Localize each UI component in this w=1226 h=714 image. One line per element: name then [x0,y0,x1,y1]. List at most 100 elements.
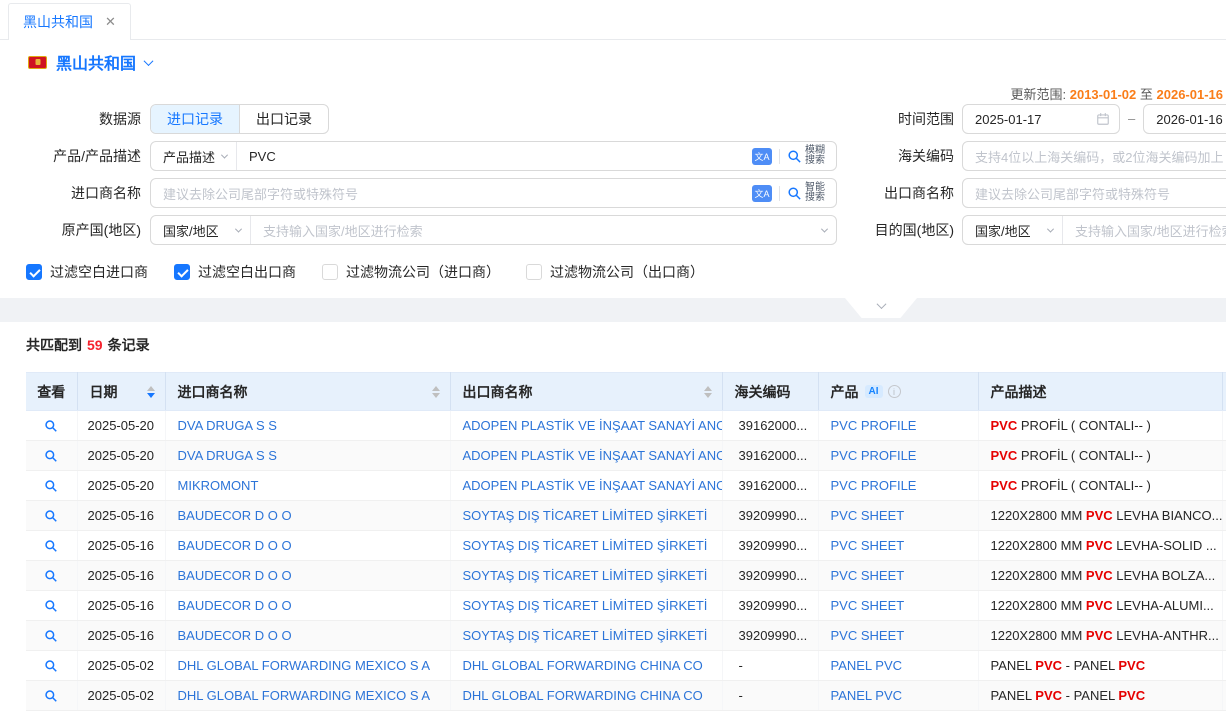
column-header-exporter[interactable]: 出口商名称 [450,373,722,411]
product-link[interactable]: PVC SHEET [831,538,905,553]
product-link[interactable]: PVC SHEET [831,508,905,523]
description-cell: PANEL PVC - PANEL PVC [978,651,1222,681]
view-record-button[interactable] [26,441,77,471]
origin-type-select[interactable]: 国家/地区 [151,216,251,244]
sort-icons[interactable] [432,386,440,398]
column-header-date[interactable]: 日期 [77,373,165,411]
importer-link[interactable]: MIKROMONT [178,478,259,493]
destination-input-group: 国家/地区 支持输入国家/地区进行检索 [962,215,1226,245]
destination-type-select[interactable]: 国家/地区 [963,216,1063,244]
importer-link[interactable]: DVA DRUGA S S [178,448,277,463]
hs-code-label: 海关编码 [822,141,954,171]
date-cell: 2025-05-16 [77,591,165,621]
magnifier-icon [787,186,802,201]
product-link[interactable]: PVC PROFILE [831,448,917,463]
importer-input[interactable]: 建议去除公司尾部字符或特殊符号 [151,184,752,203]
table-row: 2025-05-16 BAUDECOR D O O SOYTAŞ DIŞ TİC… [26,561,1226,591]
summary-suffix: 条记录 [108,337,150,353]
translate-icon[interactable]: 文A [752,148,772,165]
importer-link[interactable]: BAUDECOR D O O [178,508,292,523]
info-icon[interactable] [888,385,901,398]
product-link[interactable]: PANEL PVC [831,688,903,703]
checkbox-filter-blank-importer[interactable]: 过滤空白进口商 [26,262,148,282]
checkbox-filter-blank-exporter[interactable]: 过滤空白出口商 [174,262,296,282]
exporter-link[interactable]: ADOPEN PLASTİK VE İNŞAAT SANAYİ ANO... [463,448,723,463]
importer-link[interactable]: DHL GLOBAL FORWARDING MEXICO S A [178,688,431,703]
product-link[interactable]: PVC SHEET [831,568,905,583]
sort-icons[interactable] [704,386,712,398]
exporter-link[interactable]: DHL GLOBAL FORWARDING CHINA CO [463,688,703,703]
date-cell: 2025-05-02 [77,651,165,681]
sort-icons[interactable] [147,386,155,398]
tab-montenegro[interactable]: 黑山共和国 ✕ [8,3,131,40]
chevron-down-icon [144,56,154,66]
description-cell: PVC PROFİL ( CONTALI-- ) [978,471,1222,501]
product-link[interactable]: PVC PROFILE [831,418,917,433]
collapse-filters-button[interactable] [845,298,917,318]
country-selector[interactable]: 黑山共和国 [28,50,152,74]
view-record-button[interactable] [26,561,77,591]
date-cell: 2025-05-02 [77,681,165,711]
magnifier-icon [44,449,58,463]
results-count: 59 [87,337,103,353]
date-cell: 2025-05-20 [77,441,165,471]
view-record-button[interactable] [26,471,77,501]
view-record-button[interactable] [26,621,77,651]
checkbox-filter-logistics-exporter[interactable]: 过滤物流公司（出口商） [526,262,704,282]
destination-type-value: 国家/地区 [975,221,1031,240]
exporter-link[interactable]: ADOPEN PLASTİK VE İNŞAAT SANAYİ ANO... [463,478,723,493]
column-header-description: 产品描述 [978,373,1222,411]
exporter-link[interactable]: SOYTAŞ DIŞ TİCARET LİMİTED ŞİRKETİ [463,568,708,583]
view-record-button[interactable] [26,411,77,441]
product-type-select[interactable]: 产品描述 [151,142,237,170]
importer-link[interactable]: DVA DRUGA S S [178,418,277,433]
time-range-end-input[interactable]: 2026-01-16 [1143,104,1226,134]
fuzzy-search-button[interactable]: 模糊搜索 [787,146,827,166]
view-record-button[interactable] [26,681,77,711]
importer-link[interactable]: BAUDECOR D O O [178,598,292,613]
close-icon[interactable]: ✕ [105,14,116,30]
exporter-link[interactable]: DHL GLOBAL FORWARDING CHINA CO [463,658,703,673]
product-link[interactable]: PVC SHEET [831,628,905,643]
exporter-link[interactable]: SOYTAŞ DIŞ TİCARET LİMİTED ŞİRKETİ [463,508,708,523]
filler-cell [1222,651,1226,681]
product-link[interactable]: PVC SHEET [831,598,905,613]
view-record-button[interactable] [26,651,77,681]
product-search-input[interactable]: PVC [237,149,752,164]
smart-search-button[interactable]: 智能搜索 [787,183,827,203]
calendar-icon [1096,112,1110,126]
tab-export-records[interactable]: 出口记录 [239,105,328,133]
table-header-row: 查看 日期 进口商名称 出口商名称 海关编码 [26,373,1226,411]
product-link[interactable]: PVC PROFILE [831,478,917,493]
tab-import-records[interactable]: 进口记录 [151,105,239,133]
hs-code-cell: 39209990... [722,591,818,621]
exporter-link[interactable]: SOYTAŞ DIŞ TİCARET LİMİTED ŞİRKETİ [463,538,708,553]
translate-icon[interactable]: 文A [752,185,772,202]
view-record-button[interactable] [26,531,77,561]
date-cell: 2025-05-20 [77,471,165,501]
time-range-start-input[interactable]: 2025-01-17 [962,104,1120,134]
product-link[interactable]: PANEL PVC [831,658,903,673]
update-range: 更新范围: 2013-01-02 至 2026-01-16 [1010,84,1223,103]
exporter-link[interactable]: SOYTAŞ DIŞ TİCARET LİMİTED ŞİRKETİ [463,628,708,643]
exporter-input[interactable]: 建议去除公司尾部字符或特殊符号 [962,178,1226,208]
exporter-placeholder: 建议去除公司尾部字符或特殊符号 [963,184,1226,203]
destination-input[interactable]: 支持输入国家/地区进行检索 [1063,221,1226,240]
view-record-button[interactable] [26,501,77,531]
data-source-segmented: 进口记录 出口记录 [150,104,329,134]
checkbox-filter-logistics-importer[interactable]: 过滤物流公司（进口商） [322,262,500,282]
view-record-button[interactable] [26,591,77,621]
column-header-importer[interactable]: 进口商名称 [165,373,450,411]
exporter-link[interactable]: SOYTAŞ DIŞ TİCARET LİMİTED ŞİRKETİ [463,598,708,613]
filler-cell [1222,501,1226,531]
origin-input[interactable]: 支持输入国家/地区进行检索 [251,221,822,240]
exporter-link[interactable]: ADOPEN PLASTİK VE İNŞAAT SANAYİ ANO... [463,418,723,433]
importer-link[interactable]: BAUDECOR D O O [178,628,292,643]
importer-link[interactable]: BAUDECOR D O O [178,538,292,553]
app-screen: 黑山共和国 ✕ 黑山共和国 更新范围: 2013-01-02 至 2026-01… [0,0,1226,714]
importer-link[interactable]: DHL GLOBAL FORWARDING MEXICO S A [178,658,431,673]
hs-code-input[interactable]: 支持4位以上海关编码，或2位海关编码加上 [962,141,1226,171]
filler-cell [1222,561,1226,591]
importer-link[interactable]: BAUDECOR D O O [178,568,292,583]
divider [779,149,780,164]
